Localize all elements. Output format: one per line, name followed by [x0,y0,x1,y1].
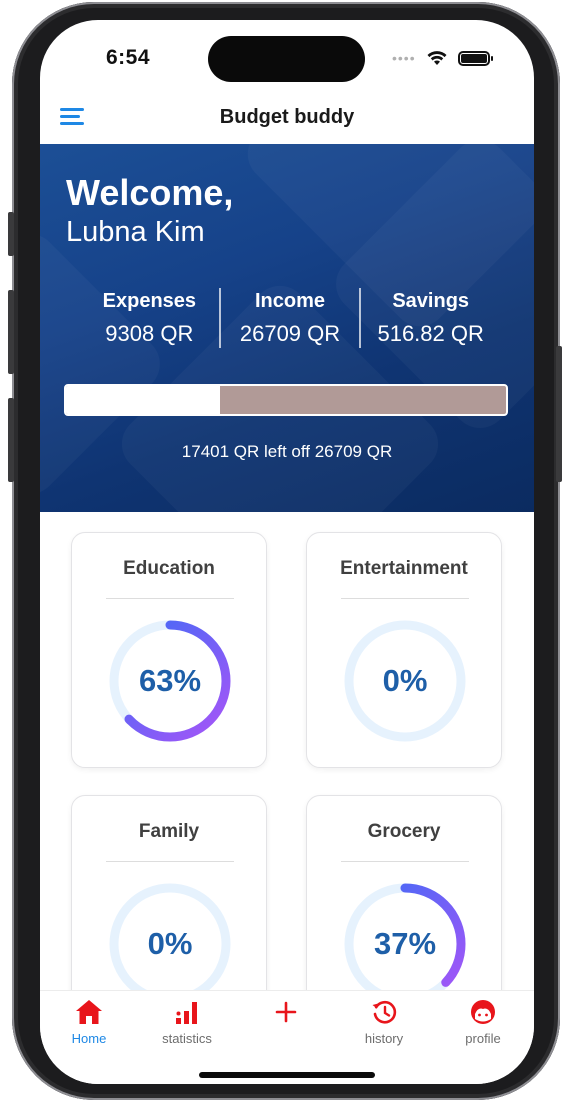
budget-progress-bar [64,384,508,416]
summary-banner: Welcome, Lubna Kim Expenses 9308 QR Inco… [40,144,534,512]
stat-label: Savings [392,290,470,312]
nav-label: history [364,1031,404,1046]
history-icon [372,1000,397,1024]
stat-label: Expenses [102,290,197,312]
category-name: Grocery [367,821,441,842]
status-bar: 6:54 •••• [40,20,534,100]
category-name: Entertainment [340,558,468,579]
nav-add[interactable] [246,999,326,1031]
home-indicator [199,1072,375,1078]
home-icon [76,1000,102,1024]
stat-value: 516.82 QR [377,321,484,346]
nav-statistics[interactable]: statistics [147,999,227,1046]
side-button [8,212,14,256]
expenses-stat: Expenses 9308 QR [80,288,219,348]
bottom-navigation: Home statistics history profile [40,990,534,1084]
category-name: Education [123,558,215,579]
stat-value: 26709 QR [239,321,341,346]
wifi-icon [427,51,447,65]
category-percent: 63% [138,663,202,698]
plus-icon [275,1001,297,1023]
category-percent: 0% [147,926,193,961]
status-time: 6:54 [106,46,151,69]
side-button [8,290,14,374]
top-app-bar: Budget buddy [40,96,534,144]
divider [341,598,469,599]
summary-stats: Expenses 9308 QR Income 26709 QR Savings… [80,288,500,348]
app-title: Budget buddy [219,106,355,128]
stat-label: Income [254,290,326,312]
income-stat: Income 26709 QR [218,288,360,348]
stat-value: 9308 QR [105,321,194,346]
divider [106,598,234,599]
side-button [8,398,14,482]
status-icons: •••• [392,50,493,66]
nav-label: Home [71,1031,107,1046]
nav-home[interactable]: Home [49,999,129,1046]
budget-remaining-text: 17401 QR left off 26709 QR [181,442,393,461]
divider [106,861,234,862]
budget-progress-fill [66,386,220,414]
category-percent: 37% [373,926,437,961]
nav-profile[interactable]: profile [443,999,523,1046]
user-name: Lubna Kim [66,216,205,248]
welcome-heading: Welcome, [66,172,234,213]
category-name: Family [138,821,200,842]
bar-chart-icon [176,1002,197,1024]
side-button [556,346,562,482]
dynamic-island [208,36,365,82]
category-percent: 0% [382,663,428,698]
nav-history[interactable]: history [344,999,424,1046]
category-card-education[interactable]: Education 63% [71,532,267,768]
battery-icon [457,50,493,66]
divider [341,861,469,862]
category-card-entertainment[interactable]: Entertainment 0% [306,532,502,768]
profile-icon [471,1000,495,1024]
signal-dots-icon: •••• [392,50,416,66]
savings-stat: Savings 516.82 QR [359,288,500,348]
nav-label: profile [465,1031,501,1046]
nav-label: statistics [162,1031,212,1046]
app-screen: 6:54 •••• Budget buddy Welcome, Lubna Ki… [40,20,534,1084]
